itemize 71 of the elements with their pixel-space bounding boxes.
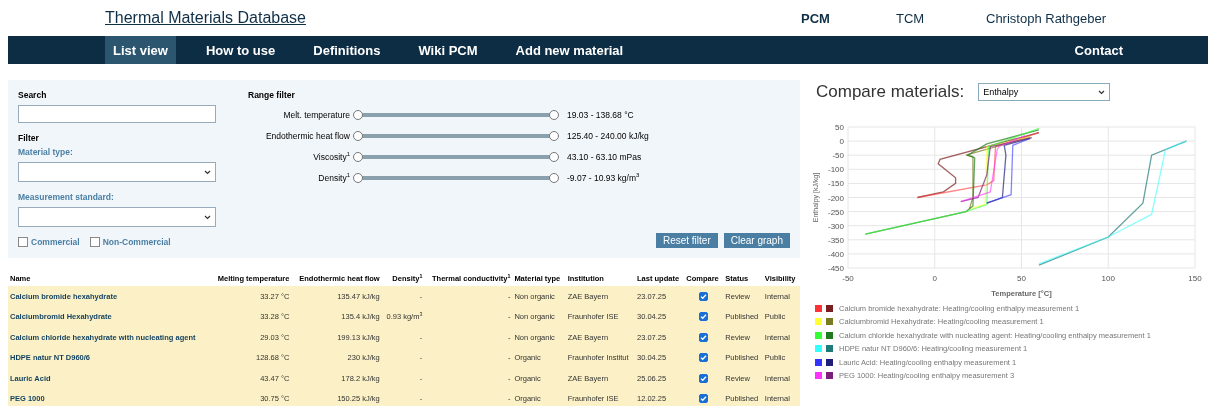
tick-label: -100 (828, 165, 844, 175)
header-link[interactable]: TCM (896, 10, 986, 26)
slider-handle[interactable] (353, 109, 363, 120)
field-label: Measurement standard: (18, 192, 115, 202)
range-slider[interactable] (353, 151, 559, 162)
checkbox[interactable] (18, 237, 28, 247)
tick-label: -300 (828, 221, 844, 231)
range-reading: 43.10 - 63.10 mPas (567, 151, 642, 162)
slider-handle[interactable] (353, 172, 363, 183)
range-label: Endothermic heat flow (264, 130, 350, 141)
compare-checkbox[interactable] (699, 353, 709, 363)
range-slider[interactable] (353, 172, 559, 183)
compare-checkbox[interactable] (699, 291, 709, 301)
filter-button[interactable]: Clear graph (723, 233, 790, 248)
tick-label: -400 (828, 249, 844, 259)
nav-item[interactable]: How to use (197, 36, 284, 64)
range-reading: -9.07 - 10.93 kg/m$^{3}$ (567, 172, 640, 183)
range-reading: 19.03 - 138.68 °C (567, 109, 634, 120)
compare-checkbox[interactable] (699, 373, 709, 383)
site-title[interactable]: Thermal Materials Database (105, 9, 306, 27)
slider-handle[interactable] (549, 109, 559, 120)
section-label: Filter (18, 133, 40, 143)
section-label: Range filter (248, 90, 296, 100)
tick-label: -50 (832, 151, 844, 161)
compare-checkbox[interactable] (699, 394, 709, 404)
tick-label: -50 (842, 274, 854, 283)
slider-handle[interactable] (549, 130, 559, 141)
filter-button[interactable]: Reset filter (655, 233, 718, 248)
nav-item[interactable]: Add new material (507, 36, 632, 64)
compare-title: Compare materials: (816, 82, 965, 102)
material-type-dropdown[interactable] (18, 162, 216, 182)
range-label: Density$^{1}$ (317, 172, 350, 183)
tick-label: -350 (828, 235, 844, 245)
slider-handle[interactable] (549, 172, 559, 183)
nav-item[interactable]: Wiki PCM (410, 36, 486, 64)
tick-label: 150 (1188, 274, 1202, 283)
tick-label: 0 (932, 274, 937, 283)
caret-icon (204, 214, 211, 220)
checkbox-label[interactable]: Non-Commercial (89, 237, 171, 247)
header-link[interactable]: PCM (801, 10, 896, 26)
tick-label: 0 (839, 137, 844, 147)
tick-label: -250 (828, 207, 844, 217)
compare-checkbox[interactable] (699, 312, 709, 322)
range-label: Viscosity$^{1}$ (312, 151, 350, 162)
field-label: Material type: (18, 147, 74, 157)
tick-label: 100 (1101, 274, 1115, 283)
field-label: Search (18, 90, 48, 100)
range-label: Melt. temperature (282, 109, 350, 120)
tick-label: -450 (828, 264, 844, 273)
search-field[interactable] (18, 105, 216, 123)
checkbox-label[interactable]: Commercial (18, 237, 80, 247)
nav-item[interactable]: List view (105, 36, 176, 64)
range-reading: 125.40 - 240.00 kJ/kg (567, 130, 649, 141)
caret-icon (1098, 89, 1106, 95)
checkbox[interactable] (89, 237, 100, 247)
range-slider[interactable] (353, 130, 559, 141)
compare-checkbox[interactable] (699, 332, 709, 342)
slider-handle[interactable] (353, 151, 363, 162)
caret-icon (204, 169, 211, 175)
tick-label: -200 (828, 193, 844, 203)
tick-label: 50 (835, 123, 844, 132)
range-slider[interactable] (353, 109, 559, 120)
chart-type-dropdown[interactable]: Enthalpy (978, 83, 1111, 101)
slider-handle[interactable] (353, 130, 363, 141)
header-link[interactable]: Christoph Rathgeber (986, 10, 1116, 26)
tick-label: -150 (828, 179, 844, 189)
nav-item[interactable]: Definitions (305, 36, 389, 64)
nav-item[interactable]: Contact (1074, 36, 1123, 64)
measurement-standard-dropdown[interactable] (18, 207, 216, 227)
slider-handle[interactable] (549, 151, 559, 162)
tick-label: 50 (1017, 274, 1026, 283)
